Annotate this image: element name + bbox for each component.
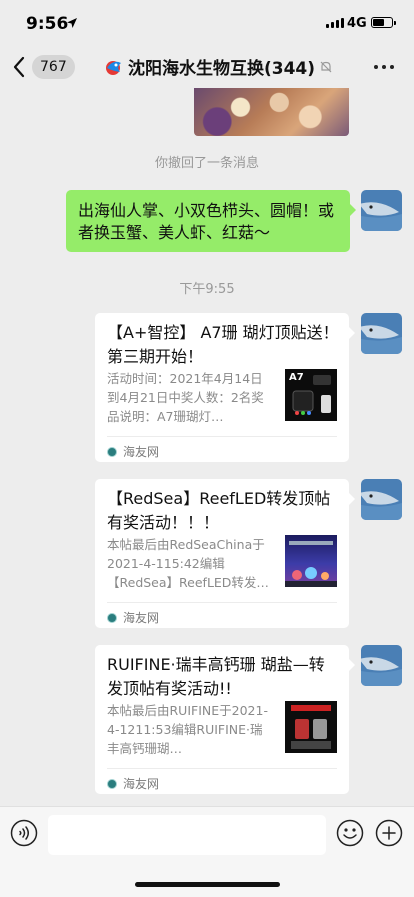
card-source: 海友网	[107, 609, 159, 626]
source-logo-icon	[107, 612, 117, 623]
own-avatar[interactable]	[361, 645, 402, 686]
card-source: 海友网	[107, 443, 159, 460]
card-source: 海友网	[107, 775, 159, 792]
coral-image-message[interactable]	[194, 88, 349, 136]
group-avatar-icon	[106, 60, 121, 75]
card-description: 本帖最后由RUIFINE于2021-4-1211:53编辑RUIFINE·瑞丰高…	[107, 703, 268, 756]
network-label: 4G	[347, 16, 367, 31]
status-time: 9:56	[26, 14, 69, 34]
card-description: 本帖最后由RedSeaChina于2021-4-115:42编辑【RedSea】…	[107, 537, 269, 590]
mute-bell-icon	[320, 61, 332, 72]
recall-notice: 你撤回了一条消息	[154, 156, 259, 171]
own-avatar[interactable]	[361, 479, 402, 520]
link-card-3[interactable]: RUIFINE·瑞丰高钙珊 瑚盐—转发顶帖有奖活动!! 本帖最后由RUIFINE…	[95, 645, 355, 794]
chat-title-text: 沈阳海水生物互换(344)	[128, 59, 316, 79]
source-logo-icon	[107, 446, 117, 457]
card-title: RUIFINE·瑞丰高钙珊 瑚盐—转发顶帖有奖活动!!	[107, 655, 325, 698]
card-title: 【RedSea】ReefLED转发顶帖有奖活动！！！	[107, 489, 331, 532]
emoji-icon[interactable]	[336, 819, 364, 847]
back-arrow-icon[interactable]	[12, 56, 26, 78]
card-description: 活动时间：2021年4月14日到4月21日中奖人数：2名奖品说明：A7珊瑚灯…	[107, 371, 264, 424]
add-attachment-icon[interactable]	[375, 819, 403, 847]
home-indicator	[135, 882, 280, 887]
message-input[interactable]	[48, 815, 326, 855]
own-avatar[interactable]	[361, 313, 402, 354]
message-timestamp: 下午9:55	[179, 282, 235, 297]
card-thumbnail: A7	[285, 369, 337, 421]
source-logo-icon	[107, 778, 117, 789]
own-text-message[interactable]: 出海仙人掌、小双色栉头、圆帽！或者换玉蟹、美人虾、红菇～	[66, 190, 356, 252]
card-thumbnail	[285, 535, 337, 587]
unread-count-badge[interactable]: 767	[32, 55, 75, 79]
card-title: 【A+智控】 A7珊 瑚灯顶贴送！第三期开始！	[107, 323, 339, 366]
more-options-button[interactable]	[374, 65, 394, 69]
signal-icon	[326, 18, 344, 28]
link-card-1[interactable]: 【A+智控】 A7珊 瑚灯顶贴送！第三期开始！ 活动时间：2021年4月14日到…	[95, 313, 355, 462]
location-arrow-icon	[67, 18, 77, 28]
link-card-2[interactable]: 【RedSea】ReefLED转发顶帖有奖活动！！！ 本帖最后由RedSeaCh…	[95, 479, 355, 628]
own-avatar[interactable]	[361, 190, 402, 231]
chat-title[interactable]: 沈阳海水生物互换(344)	[104, 54, 333, 79]
voice-input-icon[interactable]	[10, 819, 38, 847]
battery-icon	[371, 17, 396, 28]
card-thumbnail	[285, 701, 337, 753]
